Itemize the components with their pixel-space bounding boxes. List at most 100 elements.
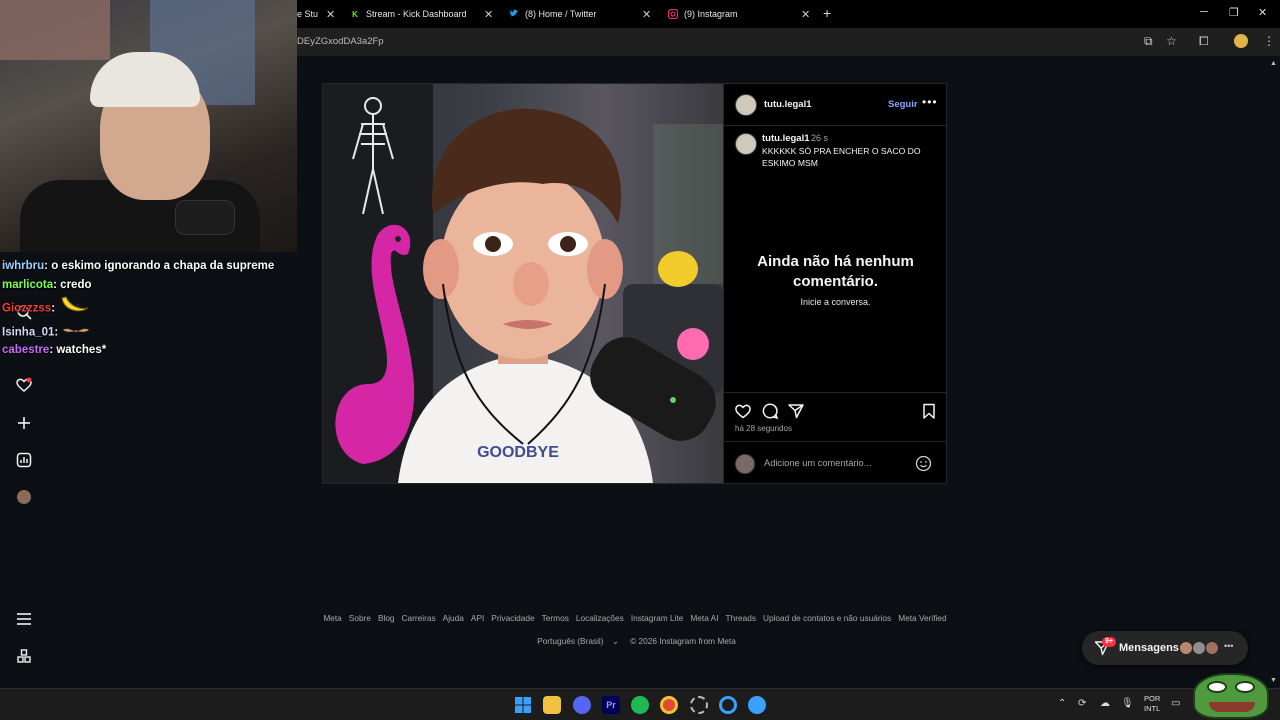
more-options-icon[interactable]: •••	[922, 95, 938, 109]
instagram-icon	[668, 9, 678, 19]
post-image[interactable]: GOODBYE	[323, 84, 723, 483]
kick-icon: K	[352, 9, 358, 19]
mustache-emote	[61, 323, 91, 342]
scrollbar-down-arrow[interactable]: ▼	[1270, 677, 1277, 684]
tab-label: (9) Instagram	[684, 9, 738, 19]
windows-taskbar: Pr ⌃ ⟳ ☁ 🎙 POR INTL ▭	[0, 688, 1280, 720]
no-comments-title: Ainda não há nenhum comentário.	[757, 253, 914, 290]
footer-link[interactable]: Carreiras	[402, 613, 436, 623]
chat-message: Giozzzss:	[2, 294, 294, 323]
language-selector[interactable]: Português (Brasil) ⌄	[534, 636, 622, 646]
keyboard-language[interactable]: POR INTL	[1144, 694, 1160, 714]
chrome-icon[interactable]	[660, 696, 678, 714]
footer-link[interactable]: Threads	[726, 613, 756, 623]
chat-message: Isinha_01:	[2, 323, 294, 342]
minimize-icon[interactable]: ─	[1200, 6, 1208, 18]
tab-instagram[interactable]: (9) Instagram ✕	[668, 0, 818, 28]
url-text[interactable]: DEyZGxodDA3a2Fp	[297, 36, 384, 47]
close-icon[interactable]: ✕	[642, 8, 651, 21]
footer-link[interactable]: Instagram Lite	[631, 613, 684, 623]
follow-button[interactable]: Seguir	[888, 99, 918, 110]
also-from-meta-icon[interactable]	[14, 646, 34, 666]
footer-link[interactable]: Privacidade	[491, 613, 534, 623]
close-window-icon[interactable]: ✕	[1258, 6, 1267, 19]
chat-username[interactable]: iwhrbru	[2, 260, 44, 272]
comment-bubble-icon[interactable]	[761, 402, 779, 420]
footer-link[interactable]: API	[471, 613, 484, 623]
footer-link[interactable]: Meta AI	[690, 613, 718, 623]
chat-username[interactable]: marlicota	[2, 279, 53, 291]
more-dots-icon: •••	[1224, 641, 1234, 651]
chat-message: iwhrbru: o eskimo ignorando a chapa da s…	[2, 257, 294, 276]
spotify-icon[interactable]	[631, 696, 649, 714]
profile-nav-avatar[interactable]	[14, 487, 34, 507]
extensions-icon[interactable]: ⧠	[1199, 34, 1209, 49]
star-icon[interactable]: ☆	[1166, 34, 1177, 48]
footer-link[interactable]: Blog	[378, 613, 395, 623]
close-icon[interactable]: ✕	[484, 8, 493, 21]
tray-mic-icon[interactable]: 🎙	[1121, 698, 1134, 709]
windows-start-icon[interactable]	[514, 696, 532, 714]
messages-button[interactable]: 9+ Mensagens •••	[1082, 631, 1248, 665]
new-tab-icon[interactable]: +	[823, 5, 831, 21]
chat-username[interactable]: cabestre	[2, 344, 49, 356]
footer-link[interactable]: Localizações	[576, 613, 624, 623]
share-send-icon[interactable]	[787, 402, 805, 420]
footer-link[interactable]: Upload de contatos e não usuários	[763, 613, 891, 623]
footer-link[interactable]: Termos	[542, 613, 569, 623]
create-plus-icon[interactable]	[14, 413, 34, 433]
frog-eye	[1207, 681, 1227, 693]
scrollbar-up-arrow[interactable]: ▲	[1270, 60, 1277, 67]
dashboard-chart-icon[interactable]	[14, 450, 34, 470]
avatar	[1205, 641, 1219, 655]
footer-link[interactable]: Meta	[323, 613, 341, 623]
profile-avatar[interactable]	[1234, 34, 1248, 48]
post-timestamp: há 28 segundos	[735, 424, 792, 433]
wall-poster	[0, 0, 110, 60]
comment-input[interactable]	[764, 456, 914, 470]
footer-link[interactable]: Meta Verified	[898, 613, 946, 623]
avatar	[17, 490, 31, 504]
stream-chat: iwhrbru: o eskimo ignorando a chapa da s…	[2, 257, 294, 360]
bookmark-icon[interactable]	[920, 402, 938, 420]
caption-text: KKKKKK SÓ PRA ENCHER O SACO DO ESKIMO MS…	[762, 146, 921, 168]
caption-username[interactable]: tutu.legal1	[762, 133, 810, 144]
footer-link[interactable]: Ajuda	[443, 613, 464, 623]
no-comments-subtitle: Inicie a conversa.	[800, 297, 871, 307]
chat-username[interactable]: Isinha_01	[2, 326, 54, 338]
unread-badge: 9+	[1102, 637, 1116, 647]
tab-label: e Stu	[297, 9, 319, 19]
notifications-heart-icon[interactable]	[14, 375, 34, 395]
tray-display-icon[interactable]: ▭	[1171, 698, 1180, 709]
author-username[interactable]: tutu.legal1	[764, 99, 812, 110]
chat-username[interactable]: Giozzzss	[2, 302, 51, 314]
author-avatar[interactable]	[735, 94, 757, 116]
shirt-print-text: GOODBYE	[477, 444, 559, 461]
file-explorer-icon[interactable]	[543, 696, 561, 714]
tray-cloud-icon[interactable]: ☁	[1100, 698, 1110, 709]
close-icon[interactable]: ✕	[801, 8, 810, 21]
tab-label: Stream - Kick Dashboard	[366, 9, 467, 19]
tab-twitter[interactable]: (8) Home / Twitter ✕	[509, 0, 659, 28]
tab-partial[interactable]: e Stu ✕	[297, 0, 341, 28]
like-heart-icon[interactable]	[734, 402, 752, 420]
restore-icon[interactable]: ❐	[1229, 6, 1239, 19]
premiere-pro-icon[interactable]: Pr	[602, 696, 620, 714]
chat-message: marlicota: credo	[2, 276, 294, 295]
emoji-icon[interactable]	[915, 455, 932, 472]
tab-kick-dashboard[interactable]: K Stream - Kick Dashboard ✕	[350, 0, 500, 28]
app-c-icon[interactable]	[719, 696, 737, 714]
tray-sync-icon[interactable]: ⟳	[1078, 698, 1086, 709]
close-icon[interactable]: ✕	[326, 8, 335, 21]
footer-link[interactable]: Sobre	[349, 613, 371, 623]
microphone	[175, 200, 235, 235]
install-app-icon[interactable]: ⧉	[1144, 34, 1153, 49]
caption-avatar[interactable]	[735, 133, 757, 155]
browser-globe-icon[interactable]	[748, 696, 766, 714]
discord-icon[interactable]	[573, 696, 591, 714]
obs-icon[interactable]	[690, 696, 708, 714]
frog-eye	[1235, 681, 1255, 693]
menu-kebab-icon[interactable]: ⋮	[1263, 34, 1275, 48]
avatar	[1179, 641, 1193, 655]
tray-chevron-up-icon[interactable]: ⌃	[1058, 698, 1066, 709]
